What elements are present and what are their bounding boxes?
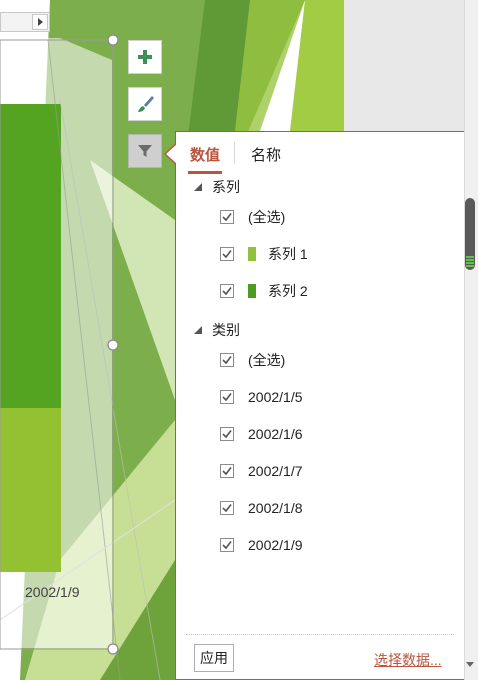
series-item-1[interactable]: 系列 1 [220,244,308,264]
checkbox[interactable] [220,390,234,404]
check-icon [222,430,232,439]
series-color-swatch [248,247,256,261]
series-item-label: (全选) [248,209,286,225]
chart-filter-panel: 数值 名称 系列 (全选) 系列 1 系列 2 类别 (全选) 2002/1/5… [175,131,465,680]
category-header-label: 类别 [212,322,240,338]
tab-separator [234,142,235,164]
chart-bar-series-1 [0,408,61,572]
chart-bar-series-2 [0,104,61,408]
resize-handle[interactable] [107,643,119,655]
series-item-label: 系列 1 [268,246,308,262]
category-item[interactable]: 2002/1/9 [220,535,303,555]
series-header-label: 系列 [212,179,240,195]
vertical-scrollbar[interactable] [464,0,478,680]
category-select-all-item[interactable]: (全选) [220,350,285,370]
series-item-2[interactable]: 系列 2 [220,281,308,301]
panel-footer-divider [186,634,454,635]
checkbox[interactable] [220,210,234,224]
check-icon [222,356,232,365]
zoom-indicator-icon [466,256,474,268]
panel-pointer-inner [166,144,177,164]
scroll-down-arrow-icon[interactable] [466,662,474,667]
category-item-label: 2002/1/5 [248,389,303,405]
check-icon [222,504,232,513]
checkbox[interactable] [220,247,234,261]
checkbox[interactable] [220,464,234,478]
check-icon [222,467,232,476]
series-item-label: 系列 2 [268,283,308,299]
check-icon [222,213,232,222]
category-section-header[interactable]: 类别 [194,320,240,340]
collapse-triangle-icon [194,183,202,191]
series-section-header[interactable]: 系列 [194,177,240,197]
filter-icon [138,145,152,157]
resize-handle[interactable] [107,339,119,351]
horizontal-scrollbar[interactable] [0,12,50,32]
checkbox[interactable] [220,427,234,441]
brush-icon [138,96,154,112]
category-item[interactable]: 2002/1/5 [220,387,303,407]
plus-icon [138,50,152,64]
chart-styles-button[interactable] [128,87,162,121]
collapse-triangle-icon [194,326,202,334]
tab-values[interactable]: 数值 [187,144,223,174]
checkbox[interactable] [220,353,234,367]
chart-elements-button[interactable] [128,40,162,74]
checkbox[interactable] [220,284,234,298]
chart-axis-label: 2002/1/9 [25,584,80,600]
category-item[interactable]: 2002/1/8 [220,498,303,518]
category-item-label: (全选) [248,352,286,368]
series-select-all-item[interactable]: (全选) [220,207,285,227]
category-item[interactable]: 2002/1/7 [220,461,303,481]
series-color-swatch [248,284,256,298]
resize-handle[interactable] [107,34,119,46]
chart-filters-button[interactable] [128,134,162,168]
check-icon [222,393,232,402]
category-item[interactable]: 2002/1/6 [220,424,303,444]
check-icon [222,541,232,550]
scroll-right-arrow-icon[interactable] [32,14,48,30]
category-item-label: 2002/1/8 [248,500,303,516]
apply-button[interactable]: 应用 [194,644,234,672]
check-icon [222,287,232,296]
select-data-link[interactable]: 选择数据... [374,650,442,670]
checkbox[interactable] [220,538,234,552]
workspace-background [344,0,464,131]
check-icon [222,250,232,259]
checkbox[interactable] [220,501,234,515]
category-item-label: 2002/1/7 [248,463,303,479]
category-item-label: 2002/1/6 [248,426,303,442]
tab-names[interactable]: 名称 [251,144,281,168]
category-item-label: 2002/1/9 [248,537,303,553]
